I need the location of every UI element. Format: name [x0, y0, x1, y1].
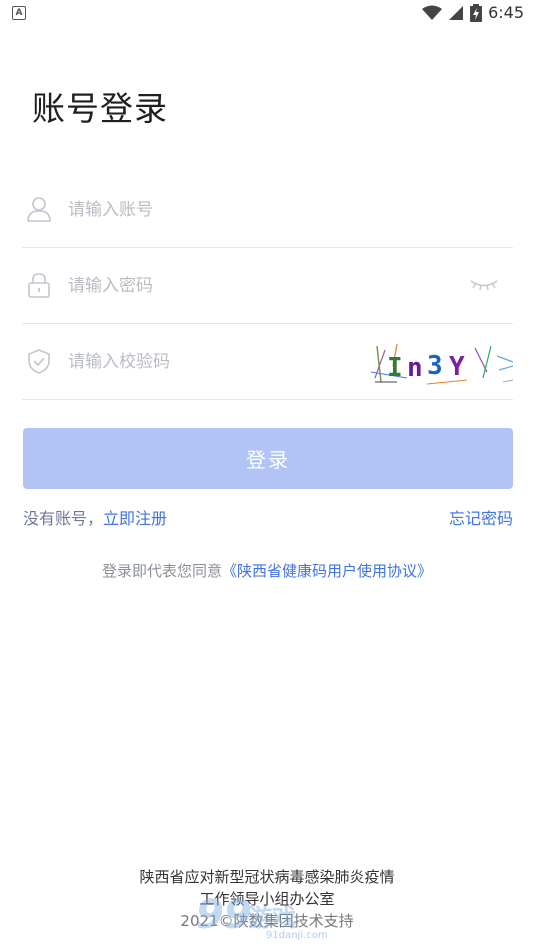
status-icons: 6:45 [422, 3, 524, 22]
agreement-link[interactable]: 《陕西省健康码用户使用协议》 [222, 562, 432, 580]
footer: 陕西省应对新型冠状病毒感染肺炎疫情 工作领导小组办公室 2021©陕数集团技术支… [0, 866, 534, 932]
status-time: 6:45 [488, 3, 524, 22]
footer-line-2: 工作领导小组办公室 [199, 890, 335, 908]
captcha-field-row: I n 3 Y [22, 324, 513, 400]
user-icon [27, 197, 51, 222]
captcha-char-3: 3 [427, 351, 443, 381]
login-button[interactable]: 登录 [23, 428, 513, 489]
captcha-char-1: I [387, 353, 403, 383]
wifi-icon [422, 5, 443, 20]
lock-icon [28, 273, 50, 298]
account-field-row [22, 172, 513, 248]
agreement-text: 登录即代表您同意《陕西省健康码用户使用协议》 [0, 560, 534, 581]
shield-icon [28, 349, 50, 374]
eye-closed-icon[interactable] [469, 276, 499, 294]
signal-icon [449, 5, 464, 20]
captcha-input[interactable] [68, 342, 368, 382]
password-input[interactable] [68, 266, 368, 306]
captcha-image[interactable]: I n 3 Y [367, 342, 513, 386]
no-account-label: 没有账号， [23, 509, 104, 528]
battery-icon [470, 3, 483, 22]
password-field-row [22, 248, 513, 324]
app-notification-icon: A [12, 6, 26, 20]
footer-copyright: 2021©陕数集团技术支持 [180, 912, 354, 930]
no-account-text: 没有账号，立即注册 [23, 505, 167, 529]
forgot-password-link[interactable]: 忘记密码 [449, 505, 513, 529]
page-title: 账号登录 [32, 89, 168, 128]
captcha-char-2: n [407, 353, 423, 383]
agreement-prefix: 登录即代表您同意 [101, 562, 222, 580]
status-bar: A 6:45 [0, 0, 534, 28]
links-row: 没有账号，立即注册 忘记密码 [23, 505, 513, 529]
footer-line-1: 陕西省应对新型冠状病毒感染肺炎疫情 [139, 868, 395, 886]
account-input[interactable] [68, 190, 368, 230]
captcha-char-4: Y [449, 352, 465, 382]
register-link[interactable]: 立即注册 [103, 509, 167, 528]
